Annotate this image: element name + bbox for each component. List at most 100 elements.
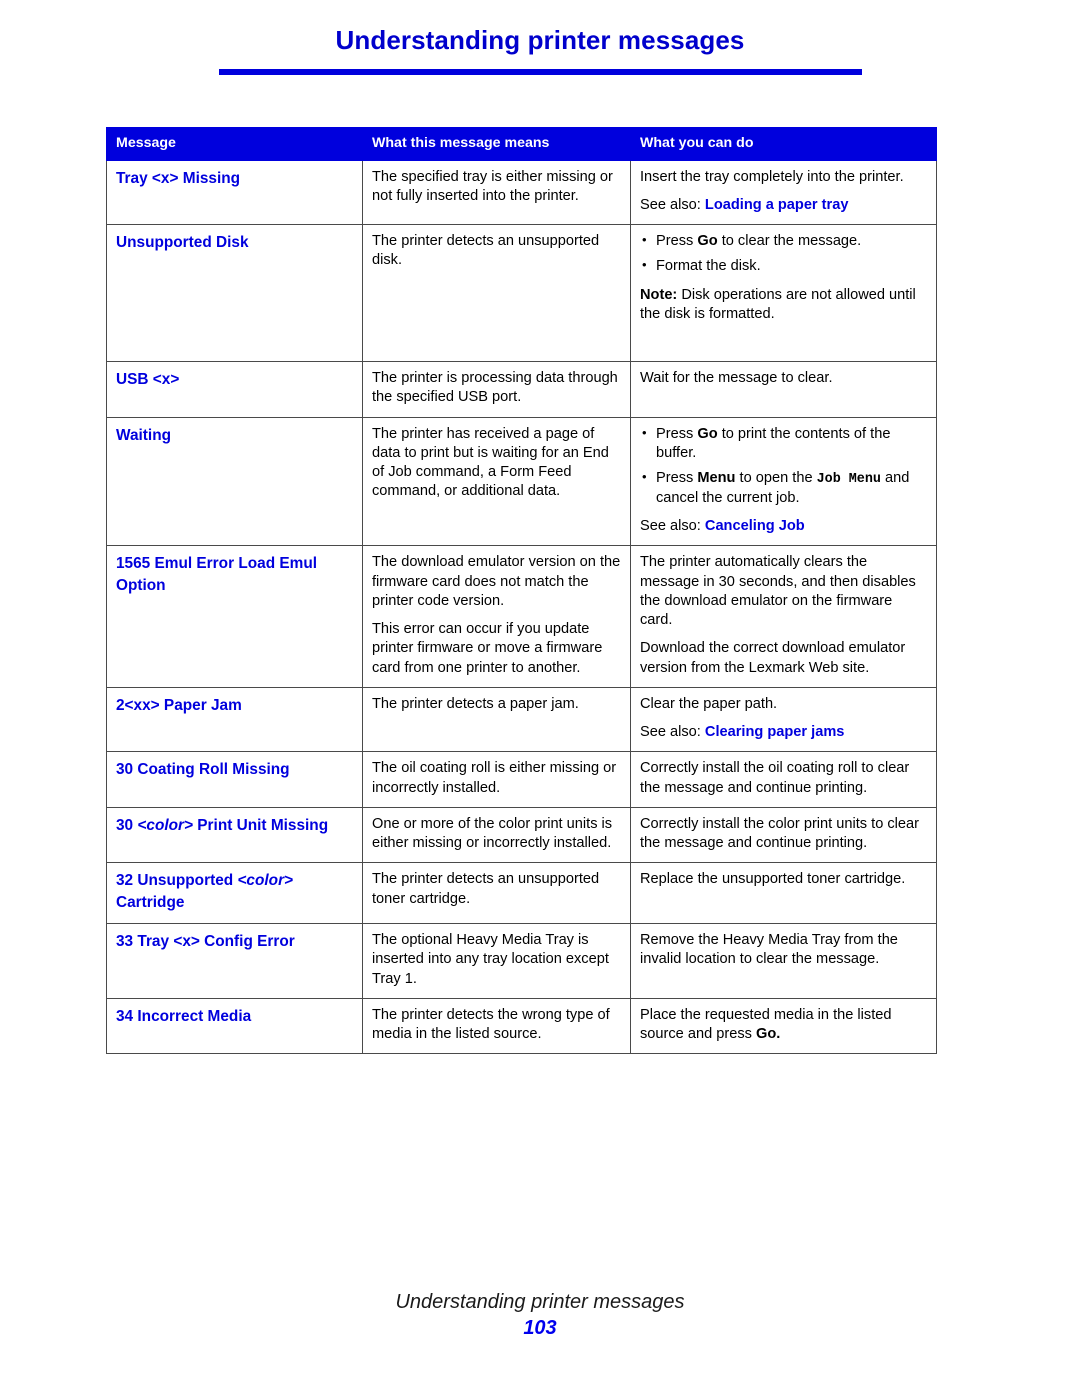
cell-action: Place the requested media in the listed … (630, 997, 937, 1055)
cell-action: Press Go to print the contents of the bu… (630, 416, 937, 547)
cell-action: Press Go to clear the message. Format th… (630, 224, 937, 363)
cell-message: 2<xx> Paper Jam (106, 686, 363, 753)
meaning-text: The specified tray is either missing or … (372, 168, 613, 204)
message-name: 33 Tray <x> Config Error (116, 933, 295, 951)
meaning-text-1: The download emulator version on the fir… (372, 554, 621, 609)
table-row: 30 Coating Roll Missing The oil coating … (106, 751, 937, 808)
table-row: USB <x> The printer is processing data t… (106, 361, 937, 418)
table-header-row: Message What this message means What you… (106, 127, 937, 161)
cell-message: 30 Coating Roll Missing (106, 751, 363, 808)
bullet-menu-name: Job Menu (816, 472, 881, 488)
cell-action: Clear the paper path. See also: Clearing… (630, 686, 937, 753)
action-text: Correctly install the color print units … (640, 815, 920, 852)
meaning-text: The printer is processing data through t… (372, 370, 618, 406)
page-title: Understanding printer messages (335, 25, 745, 55)
cell-meaning: The printer detects the wrong type of me… (362, 997, 631, 1055)
footer-title: Understanding printer messages (395, 1291, 685, 1313)
message-name: 2<xx> Paper Jam (116, 696, 242, 714)
action-text: Replace the unsupported toner cartridge. (640, 871, 906, 888)
cell-meaning: The printer detects an unsupported toner… (362, 862, 631, 925)
table-row: Tray <x> Missing The specified tray is e… (106, 159, 937, 226)
cell-message: 30 <color> Print Unit Missing (106, 806, 363, 864)
column-header-what-you-can-do: What you can do (630, 127, 937, 161)
see-also-link[interactable]: Clearing paper jams (705, 724, 845, 740)
message-name: 30 Coating Roll Missing (116, 761, 290, 779)
message-prefix: 32 Unsupported (116, 872, 238, 890)
action-text: Wait for the message to clear. (640, 370, 833, 387)
table-row: 34 Incorrect Media The printer detects t… (106, 997, 937, 1055)
cell-message: Tray <x> Missing (106, 159, 363, 226)
list-item: Format the disk. (642, 256, 927, 276)
bullet-keyword: Go (697, 425, 718, 442)
message-name: Unsupported Disk (116, 234, 249, 252)
list-item: Press Go to clear the message. (642, 231, 927, 251)
see-also-link[interactable]: Loading a paper tray (705, 197, 849, 213)
cell-action: Correctly install the oil coating roll t… (630, 751, 937, 808)
message-name: Waiting (116, 426, 171, 444)
cell-meaning: The optional Heavy Media Tray is inserte… (362, 923, 631, 999)
note-line: Note: Disk operations are not allowed un… (640, 286, 927, 325)
meaning-text: The printer detects a paper jam. (372, 695, 579, 712)
table-row: 32 Unsupported <color> Cartridge The pri… (106, 862, 937, 925)
see-also-label: See also: (640, 724, 705, 741)
message-name: 30 <color> Print Unit Missing (116, 815, 353, 837)
message-prefix: 30 (116, 816, 138, 834)
action-text: Clear the paper path. (640, 695, 778, 712)
cell-message: Waiting (106, 416, 363, 547)
table-row: Waiting The printer has received a page … (106, 416, 937, 547)
action-text: Place the requested media in the listed … (640, 1006, 927, 1045)
list-item: Press Menu to open the Job Menu and canc… (642, 468, 927, 508)
note-text: Disk operations are not allowed until th… (640, 286, 916, 322)
bullet-text-pre: Press (656, 470, 698, 487)
cell-meaning: The download emulator version on the fir… (362, 545, 631, 688)
action-text: Insert the tray completely into the prin… (640, 168, 904, 185)
cell-action: Insert the tray completely into the prin… (630, 159, 937, 226)
cell-meaning: The specified tray is either missing or … (362, 159, 631, 226)
column-header-what-this-message-means: What this message means (362, 127, 631, 161)
message-name: 32 Unsupported <color> Cartridge (116, 870, 353, 914)
action-bullet-list: Press Go to print the contents of the bu… (640, 424, 927, 508)
cell-action: The printer automatically clears the mes… (630, 545, 937, 688)
action-text-2: Download the correct download emulator v… (640, 640, 906, 676)
cell-action: Correctly install the color print units … (630, 806, 937, 864)
see-also-label: See also: (640, 518, 705, 535)
action-text: Remove the Heavy Media Tray from the inv… (640, 932, 898, 968)
page-footer: Understanding printer messages 103 (0, 1290, 1080, 1341)
title-divider-rule (219, 69, 862, 75)
see-also-line: See also: Loading a paper tray (640, 196, 927, 215)
table-row: Unsupported Disk The printer detects an … (106, 224, 937, 363)
cell-meaning: The printer detects an unsupported disk. (362, 224, 631, 363)
meaning-text: The printer detects the wrong type of me… (372, 1006, 610, 1043)
meaning-text: The printer detects an unsupported toner… (372, 871, 600, 907)
printer-messages-table: Message What this message means What you… (106, 127, 937, 1055)
cell-meaning: The oil coating roll is either missing o… (362, 751, 631, 808)
bullet-text-mid: to open the (735, 470, 817, 487)
list-item: Press Go to print the contents of the bu… (642, 424, 927, 464)
see-also-link[interactable]: Canceling Job (705, 518, 805, 534)
meaning-text: The optional Heavy Media Tray is inserte… (372, 932, 609, 987)
table-row: 2<xx> Paper Jam The printer detects a pa… (106, 686, 937, 753)
cell-meaning: The printer detects a paper jam. (362, 686, 631, 753)
message-variable: <color> (237, 872, 294, 890)
meaning-text-2: This error can occur if you update print… (372, 621, 603, 676)
action-text-1: The printer automatically clears the mes… (640, 554, 916, 629)
cell-message: 34 Incorrect Media (106, 997, 363, 1055)
message-variable: <color> (137, 816, 194, 834)
see-also-line: See also: Canceling Job (640, 517, 927, 536)
action-text: Correctly install the oil coating roll t… (640, 760, 910, 796)
cell-meaning: One or more of the color print units is … (362, 806, 631, 864)
cell-message: 33 Tray <x> Config Error (106, 923, 363, 999)
cell-message: 1565 Emul Error Load Emul Option (106, 545, 363, 688)
message-name: 1565 Emul Error Load Emul Option (116, 555, 317, 595)
bullet-text-pre: Press (656, 425, 698, 442)
action-bullet-list: Press Go to clear the message. Format th… (640, 231, 927, 277)
meaning-text: The printer has received a page of data … (372, 425, 609, 500)
table-row: 1565 Emul Error Load Emul Option The dow… (106, 545, 937, 688)
message-name: Tray <x> Missing (116, 169, 241, 187)
cell-action: Wait for the message to clear. (630, 361, 937, 418)
page-number: 103 (523, 1317, 557, 1339)
cell-meaning: The printer has received a page of data … (362, 416, 631, 547)
see-also-line: See also: Clearing paper jams (640, 723, 927, 742)
cell-action: Remove the Heavy Media Tray from the inv… (630, 923, 937, 999)
message-suffix: Print Unit Missing (193, 816, 329, 834)
